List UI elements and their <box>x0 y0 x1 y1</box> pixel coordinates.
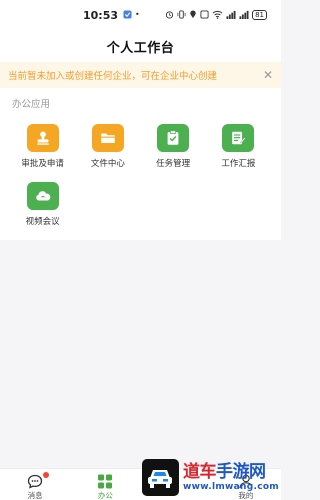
battery-indicator: 81 <box>252 10 267 20</box>
watermark-url: www.lmwang.com <box>182 481 279 492</box>
status-time: 10:53 <box>83 8 119 22</box>
app-task-management[interactable]: 任务管理 <box>143 124 204 169</box>
section-title: 办公应用 <box>12 99 51 110</box>
app-label: 文件中心 <box>90 159 125 169</box>
watermark-logo-icon <box>141 459 179 496</box>
app-work-report[interactable]: 工作汇报 <box>208 124 269 169</box>
signal-1-icon <box>226 9 236 22</box>
app-file-center[interactable]: 文件中心 <box>77 124 138 169</box>
more-dots-icon: • <box>135 10 140 19</box>
chat-icon <box>26 473 44 489</box>
unread-badge <box>43 472 50 478</box>
wifi-icon <box>212 9 223 22</box>
page-title: 个人工作台 <box>106 40 175 56</box>
stamp-icon <box>26 124 59 152</box>
watermark-text: 道车手游网 www.lmwang.com <box>182 461 279 492</box>
app-grid: 审批及申请 文件中心 任务管理 工作汇报 视频会议 <box>12 124 269 227</box>
cloud-icon <box>26 182 59 210</box>
status-right-icons: 81 <box>165 9 267 22</box>
top-area: 10:53 • 81 个人工作台 <box>0 0 281 62</box>
notice-text: 当前暂未加入或创建任何企业，可在企业中心创建 <box>8 71 218 82</box>
app-notification-icon <box>123 9 132 21</box>
app-label: 审批及申请 <box>21 159 64 169</box>
tab-messages[interactable]: 消息 <box>0 472 70 500</box>
alarm-icon <box>165 9 174 22</box>
app-approval[interactable]: 审批及申请 <box>12 124 73 169</box>
office-apps-card: 办公应用 审批及申请 文件中心 任务管理 工作汇报 视频会议 <box>0 88 281 240</box>
location-icon <box>189 9 197 22</box>
status-notification-icons: • <box>123 9 165 21</box>
watermark-title: 道车手游网 <box>182 461 279 482</box>
app-video-meeting[interactable]: 视频会议 <box>12 182 73 227</box>
folder-icon <box>91 124 124 152</box>
watermark: 道车手游网 www.lmwang.com <box>141 459 279 496</box>
watermark-title-part2: 手游网 <box>215 461 266 482</box>
app-label: 工作汇报 <box>221 159 256 169</box>
clipboard-check-icon <box>157 124 190 152</box>
report-icon <box>222 124 255 152</box>
app-label: 任务管理 <box>156 159 191 169</box>
tab-label: 消息 <box>27 491 43 500</box>
watermark-title-part1: 道车 <box>182 461 217 482</box>
close-icon[interactable]: ✕ <box>263 68 273 82</box>
status-bar: 10:53 • 81 <box>0 0 281 30</box>
vibrate-icon <box>177 9 186 22</box>
notice-banner: 当前暂未加入或创建任何企业，可在企业中心创建 ✕ <box>0 62 281 88</box>
grid-icon <box>96 473 114 489</box>
nfc-icon <box>200 9 209 22</box>
tab-label: 办公 <box>97 491 113 500</box>
tab-office[interactable]: 办公 <box>70 473 140 500</box>
app-label: 视频会议 <box>25 217 60 227</box>
signal-2-icon <box>239 9 249 22</box>
